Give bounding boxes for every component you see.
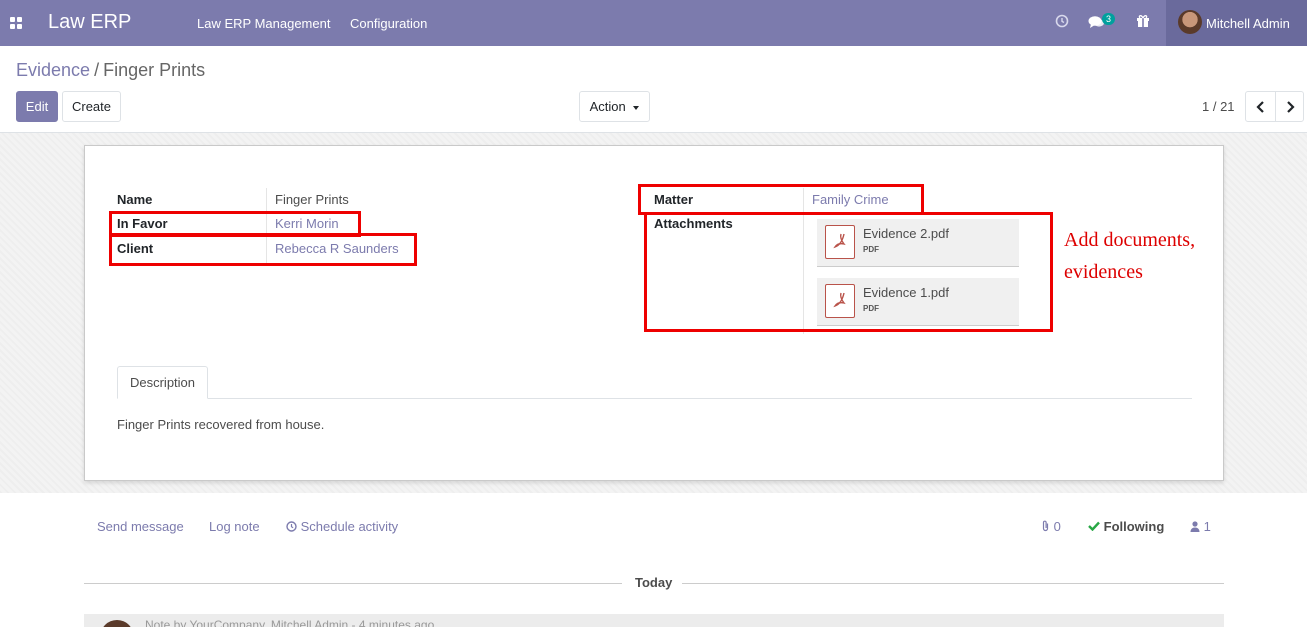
followers-count: 1 [1203,519,1211,534]
edit-button[interactable]: Edit [16,91,58,122]
user-menu[interactable]: Mitchell Admin [1166,0,1307,46]
tab-description[interactable]: Description [117,366,208,399]
breadcrumb-separator: / [94,60,100,80]
name-value: Finger Prints [275,192,349,207]
breadcrumb-current: Finger Prints [103,60,206,80]
following-label: Following [1103,519,1165,534]
schedule-activity-label: Schedule activity [300,519,399,534]
user-icon [1190,521,1200,532]
day-separator-line [682,583,1224,584]
highlight-box-attachments [644,212,1053,332]
day-separator-label: Today [635,575,673,590]
clock-icon [286,521,297,532]
send-message-button[interactable]: Send message [97,519,184,534]
log-note-button[interactable]: Log note [209,519,260,534]
paperclip-icon [1042,520,1049,532]
attachments-counter-button[interactable]: 0 [1041,519,1061,534]
annotation-text: Add documents, evidences [1064,229,1196,283]
user-avatar [1178,10,1202,34]
action-label: Action [589,99,626,114]
chevron-left-icon [1255,101,1264,113]
messages-count-badge: 3 [1102,13,1116,25]
gift-icon[interactable] [1136,14,1150,31]
activity-clock-icon[interactable] [1055,14,1069,31]
followers-button[interactable]: 1 [1190,519,1211,534]
pager-next-button[interactable] [1275,91,1304,122]
pager-value[interactable]: 1 / 21 [1202,99,1235,114]
menu-law-erp-management[interactable]: Law ERP Management [197,16,330,31]
day-separator-line [84,583,622,584]
menu-configuration[interactable]: Configuration [350,16,427,31]
action-dropdown-button[interactable]: Action [579,91,650,122]
description-text: Finger Prints recovered from house. [117,417,325,432]
create-button[interactable]: Create [62,91,121,122]
highlight-box-client [109,233,417,266]
chevron-right-icon [1286,101,1295,113]
following-button[interactable]: Following [1088,519,1164,534]
app-brand[interactable]: Law ERP [48,11,131,34]
check-icon [1088,521,1100,532]
schedule-activity-button[interactable]: Schedule activity [286,519,398,534]
breadcrumb: Evidence / Finger Prints [16,60,205,81]
apps-grid-icon[interactable] [10,17,22,29]
attachments-count: 0 [1053,519,1061,534]
breadcrumb-parent-link[interactable]: Evidence [16,60,90,80]
user-name: Mitchell Admin [1206,16,1290,31]
highlight-box-matter [638,184,924,215]
message-header: Note by YourCompany, Mitchell Admin - 4 … [145,618,435,627]
pager-previous-button[interactable] [1245,91,1276,122]
caret-down-icon [633,105,640,110]
top-navbar: Law ERP Law ERP Management Configuration… [0,0,1307,46]
name-label: Name [117,192,153,207]
tabs-divider [117,398,1192,399]
